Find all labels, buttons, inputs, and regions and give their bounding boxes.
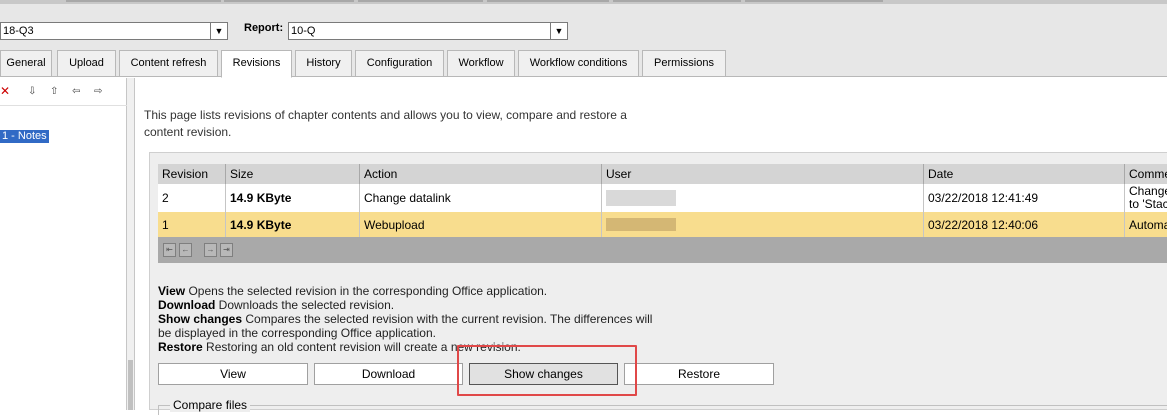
fiscal-period-select[interactable]: 18-Q3 ▼ xyxy=(0,22,228,40)
user-cell xyxy=(602,212,924,237)
tab-upload[interactable]: Upload xyxy=(57,50,116,77)
table-header-row: Revision Size Action User Date Comme xyxy=(158,164,1167,184)
tab-content-refresh[interactable]: Content refresh xyxy=(119,50,218,77)
tab-workflow-conditions[interactable]: Workflow conditions xyxy=(518,50,639,77)
redacted-user xyxy=(606,218,676,231)
help-view: View Opens the selected revision in the … xyxy=(158,284,668,298)
scrollbar-thumb[interactable] xyxy=(128,360,133,410)
tree-node-notes[interactable]: 1 - Notes xyxy=(0,130,49,143)
chevron-down-icon[interactable]: ▼ xyxy=(210,23,227,39)
compare-files-group xyxy=(158,405,1167,415)
chevron-down-icon[interactable]: ▼ xyxy=(550,23,567,39)
help-desc: Downloads the selected revision. xyxy=(215,298,395,312)
comment-cell: Change to 'Stac xyxy=(1125,184,1167,212)
column-header-date[interactable]: Date xyxy=(924,164,1125,184)
table-row-selected[interactable]: 1 14.9 KByte Webupload 03/22/2018 12:40:… xyxy=(158,212,1167,237)
table-row[interactable]: 2 14.9 KByte Change datalink 03/22/2018 … xyxy=(158,184,1167,212)
help-term: View xyxy=(158,284,186,298)
help-desc: Opens the selected revision in the corre… xyxy=(185,284,548,298)
annotation-highlight-box xyxy=(457,345,637,396)
column-header-action[interactable]: Action xyxy=(360,164,602,184)
tab-permissions[interactable]: Permissions xyxy=(642,50,726,77)
help-download: Download Downloads the selected revision… xyxy=(158,298,668,312)
tab-workflow[interactable]: Workflow xyxy=(447,50,515,77)
date-cell: 03/22/2018 12:41:49 xyxy=(924,184,1125,212)
revision-cell: 2 xyxy=(158,184,226,212)
size-cell: 14.9 KByte xyxy=(226,212,360,237)
header-bar: 18-Q3 ▼ Report: 10-Q ▼ xyxy=(0,4,1167,48)
page-description: This page lists revisions of chapter con… xyxy=(144,108,627,139)
report-label: Report: xyxy=(244,22,284,34)
delete-icon[interactable]: ✕ xyxy=(0,85,10,97)
tab-history[interactable]: History xyxy=(295,50,352,77)
move-down-icon[interactable]: ⇩ xyxy=(28,87,36,97)
column-header-comment[interactable]: Comme xyxy=(1125,164,1167,184)
column-header-revision[interactable]: Revision xyxy=(158,164,226,184)
next-page-icon[interactable]: → xyxy=(204,243,217,257)
table-pager: ⇤ ← → ⇥ xyxy=(158,237,1167,263)
fiscal-period-value: 18-Q3 xyxy=(3,25,34,37)
move-left-icon[interactable]: ⇦ xyxy=(72,87,80,97)
redacted-user xyxy=(606,190,676,206)
tab-revisions[interactable]: Revisions xyxy=(221,50,292,78)
comment-line: to 'Stac xyxy=(1129,197,1167,211)
help-show-changes: Show changes Compares the selected revis… xyxy=(158,312,668,340)
report-value: 10-Q xyxy=(291,25,316,37)
column-header-size[interactable]: Size xyxy=(226,164,360,184)
tab-bar: General Upload Content refresh Revisions… xyxy=(0,48,1167,78)
download-button[interactable]: Download xyxy=(314,363,463,385)
column-header-user[interactable]: User xyxy=(602,164,924,184)
first-page-icon[interactable]: ⇤ xyxy=(163,243,176,257)
tree-scrollbar[interactable] xyxy=(127,78,135,410)
help-term: Download xyxy=(158,298,216,312)
move-up-icon[interactable]: ⇧ xyxy=(50,87,58,97)
tab-general[interactable]: General xyxy=(0,50,52,77)
view-button[interactable]: View xyxy=(158,363,308,385)
actions-help: View Opens the selected revision in the … xyxy=(158,284,668,354)
action-cell: Change datalink xyxy=(360,184,602,212)
help-term: Restore xyxy=(158,340,203,354)
tab-configuration[interactable]: Configuration xyxy=(355,50,444,77)
comment-cell: Automa xyxy=(1129,217,1167,232)
help-term: Show changes xyxy=(158,312,243,326)
previous-page-icon[interactable]: ← xyxy=(179,243,192,257)
revision-cell: 1 xyxy=(158,212,226,237)
date-cell: 03/22/2018 12:40:06 xyxy=(924,212,1125,237)
tree-toolbar: ✕ ⇩ ⇧ ⇦ ⇨ xyxy=(0,78,127,106)
size-cell: 14.9 KByte xyxy=(226,184,360,212)
move-right-icon[interactable]: ⇨ xyxy=(94,87,102,97)
report-select[interactable]: 10-Q ▼ xyxy=(288,22,568,40)
chapter-tree-panel: ✕ ⇩ ⇧ ⇦ ⇨ 1 - Notes xyxy=(0,78,127,410)
restore-button[interactable]: Restore xyxy=(624,363,774,385)
action-cell: Webupload xyxy=(360,212,602,237)
user-cell xyxy=(602,184,924,212)
last-page-icon[interactable]: ⇥ xyxy=(220,243,233,257)
